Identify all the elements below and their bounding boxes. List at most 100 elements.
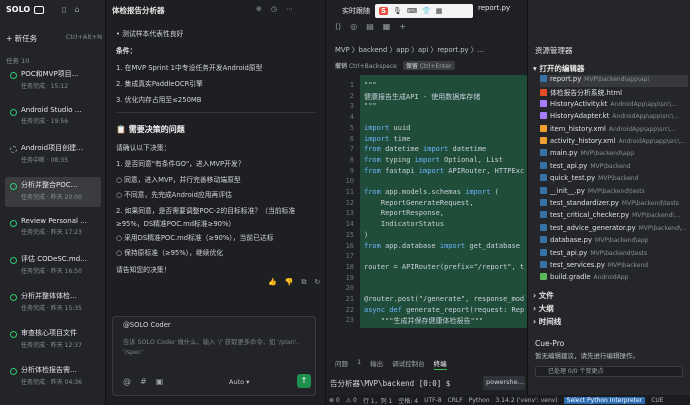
accept-shortcut: Ctrl+Enter (419, 63, 452, 70)
file-name: 体检报告分析系统.html (550, 89, 623, 98)
plus-icon[interactable]: ⊕ (256, 5, 262, 13)
line-number: 18 (345, 262, 354, 271)
chat-line: 2. 集成真实PaddleOCR引擎 (116, 80, 203, 88)
python-version[interactable]: 3.14.2 ('venv': venv) (496, 397, 558, 404)
image-icon[interactable]: ▣ (156, 377, 164, 386)
copy-icon[interactable]: ⧉ (301, 278, 306, 287)
agent-mention[interactable]: @SOLO Coder (123, 321, 171, 329)
chat-title: 体检报告分析器 (112, 6, 165, 15)
task-item[interactable]: 分析并整体体检… 任务完成 · 昨天 15:35 (5, 288, 101, 318)
send-button[interactable]: ↑ (297, 374, 311, 388)
language-mode[interactable]: Python (469, 397, 490, 404)
window-icon[interactable] (34, 5, 45, 14)
retry-icon[interactable]: ↻ (314, 278, 320, 287)
open-editor-file[interactable]: item_history.xml AndroidApp\app\src\... (540, 124, 688, 137)
code-line: from typing import Optional, List (364, 155, 504, 164)
tab-file[interactable]: report.py (478, 4, 510, 12)
cursor-position[interactable]: 行 1，列 1 (363, 396, 392, 405)
line-ending[interactable]: CRLF (448, 397, 463, 404)
accept-button[interactable]: 保留 Ctrl+Enter (402, 61, 455, 70)
keyboard-icon[interactable]: ⌨ (407, 7, 417, 15)
open-editor-file[interactable]: activity_history.xml AndroidApp\app\src\.… (540, 137, 688, 149)
file-path: AndroidApp (593, 274, 629, 282)
task-item[interactable]: Android项目创建… 任务中断 · 08:35 (5, 140, 101, 170)
thumbs-down-icon[interactable]: 👎 (285, 278, 294, 287)
chat-input[interactable]: 告诉 SOLO Coder 做什么，输入 '/' 获取更多命令，如 '/plan… (123, 338, 313, 358)
open-editor-file[interactable]: 体检报告分析系统.html (540, 87, 688, 99)
breadcrumb[interactable]: MVP 〉backend 〉app 〉api 〉report.py 〉... (335, 44, 484, 54)
open-editor-file[interactable]: database.py MVP\backend\app (540, 236, 688, 248)
mode-select[interactable]: Auto ▾ (229, 378, 249, 386)
ime-logo-icon[interactable]: S (379, 7, 389, 15)
indent-setting[interactable]: 空格: 4 (398, 396, 418, 405)
mention-icon[interactable]: @ (123, 377, 131, 386)
grid-icon[interactable]: ▦ (383, 22, 391, 31)
tasks-header-label: 任务 (6, 57, 19, 65)
open-editor-file[interactable]: test_api.py MVP\backend\tests (540, 248, 688, 261)
sidebar-toggle-icon[interactable]: ▯ (62, 5, 66, 14)
open-editor-file[interactable]: build.gradle AndroidApp (540, 273, 688, 285)
terminal-prompt[interactable]: 告分析器\MVP\backend [0:0] $ (330, 378, 450, 389)
open-editor-file[interactable]: test_services.py MVP\backend (540, 261, 688, 273)
chat-line: 请确认以下决策： (116, 144, 171, 152)
plus-icon[interactable]: + (399, 22, 406, 31)
terminal-shell-button[interactable]: powershe… (483, 376, 525, 390)
task-item[interactable]: Review Personal … 任务完成 · 昨天 17:23 (5, 214, 101, 244)
panel-tab[interactable]: 输出 (370, 358, 383, 370)
grid-icon[interactable]: ▦ (436, 7, 443, 15)
more-icon[interactable]: ⋯ (286, 5, 293, 13)
code-icon[interactable]: ⟨⟩ (335, 22, 341, 31)
file-path: MVP\backend (598, 175, 639, 183)
panel-tab[interactable]: 调试控制台 (392, 358, 425, 370)
task-item[interactable]: POC和MVP项目… 任务完成 · 15:12 (5, 66, 101, 96)
doc-icon[interactable]: ▤ (366, 22, 374, 31)
file-path: MVP\backend (607, 262, 649, 269)
open-editor-file[interactable]: test_advice_generator.py MVP\backend\... (540, 223, 688, 236)
file-path: MVP\backend\... (638, 224, 687, 232)
reject-button[interactable]: 撤销 Ctrl+Backspace (335, 61, 397, 70)
open-editor-file[interactable]: HistoryActivity.kt AndroidApp\app\src\... (540, 99, 688, 112)
new-task-button[interactable]: + 新任务 Ctrl+Alt+N (6, 33, 102, 44)
task-item[interactable]: 分析并整合POC… 任务完成 · 昨天 20:00 (5, 177, 101, 207)
task-item[interactable]: 审查核心项目文件 任务完成 · 昨天 12:37 (5, 325, 101, 355)
encoding[interactable]: UTF-8 (424, 397, 442, 404)
task-status: 任务完成 · 昨天 12:37 (21, 342, 82, 349)
file-path: MVP\backend\tests (621, 200, 679, 207)
globe-icon[interactable]: ◎ (350, 22, 357, 31)
open-editor-file[interactable]: report.py MVP\backend\app\api (540, 75, 688, 87)
open-editor-file[interactable]: test_critical_checker.py MVP\backend\... (540, 211, 688, 223)
home-icon[interactable]: ⌂ (74, 5, 79, 14)
thumbs-up-icon[interactable]: 👍 (268, 278, 277, 287)
task-item[interactable]: 分析体检报告需… 任务完成 · 昨天 04:36 (5, 362, 101, 392)
chat-line: ○ 不同意，先完成Android应用再评估 (116, 191, 232, 199)
cue-status[interactable]: CUE (651, 397, 663, 404)
open-editor-file[interactable]: test_standardizer.py MVP\backend\tests (540, 199, 688, 211)
hash-icon[interactable]: # (140, 377, 147, 386)
open-editor-file[interactable]: __init__.py MVP\backend\tests (540, 186, 688, 199)
explorer-section[interactable]: › 大纲 (533, 303, 554, 314)
errors-count[interactable]: ⊗ 0 (329, 397, 340, 404)
panel-tab[interactable]: 1 (357, 358, 361, 370)
explorer-section[interactable]: › 文件 (533, 290, 554, 301)
open-editors-header[interactable]: ▾ 打开的编辑器 (533, 63, 584, 74)
task-status: 任务完成 · 昨天 17:23 (21, 229, 82, 236)
panel-tab[interactable]: 终端 (433, 358, 447, 370)
interpreter-button[interactable]: Select Python Interpreter (563, 396, 646, 404)
file-name: build.gradle (550, 273, 591, 282)
shirt-icon[interactable]: 👕 (422, 7, 431, 15)
follow-tab[interactable]: 实时跟随 (342, 6, 370, 16)
status-icon (10, 294, 17, 301)
warnings-count[interactable]: ⚠ 0 (346, 397, 357, 404)
file-path: MVP\backend\app (580, 150, 635, 158)
panel-tab[interactable]: 问题 (335, 358, 348, 370)
open-editor-file[interactable]: main.py MVP\backend\app (540, 149, 688, 161)
chat-input-box[interactable]: @SOLO Coder 告诉 SOLO Coder 做什么，输入 '/' 获取更… (112, 316, 316, 396)
history-icon[interactable]: ◷ (271, 5, 277, 13)
open-editor-file[interactable]: quick_test.py MVP\backend (540, 174, 688, 186)
open-editor-file[interactable]: HistoryAdapter.kt AndroidApp\app\src\... (540, 112, 688, 124)
mic-icon[interactable]: 🎙 (393, 7, 402, 15)
task-item[interactable]: Android Studio … 任务完成 · 19:56 (5, 103, 101, 133)
explorer-section[interactable]: › 时间线 (533, 316, 561, 327)
open-editor-file[interactable]: test_api.py MVP\backend (540, 161, 688, 174)
task-item[interactable]: 评估 CODeSC.md… 任务完成 · 昨天 16:50 (5, 251, 101, 281)
